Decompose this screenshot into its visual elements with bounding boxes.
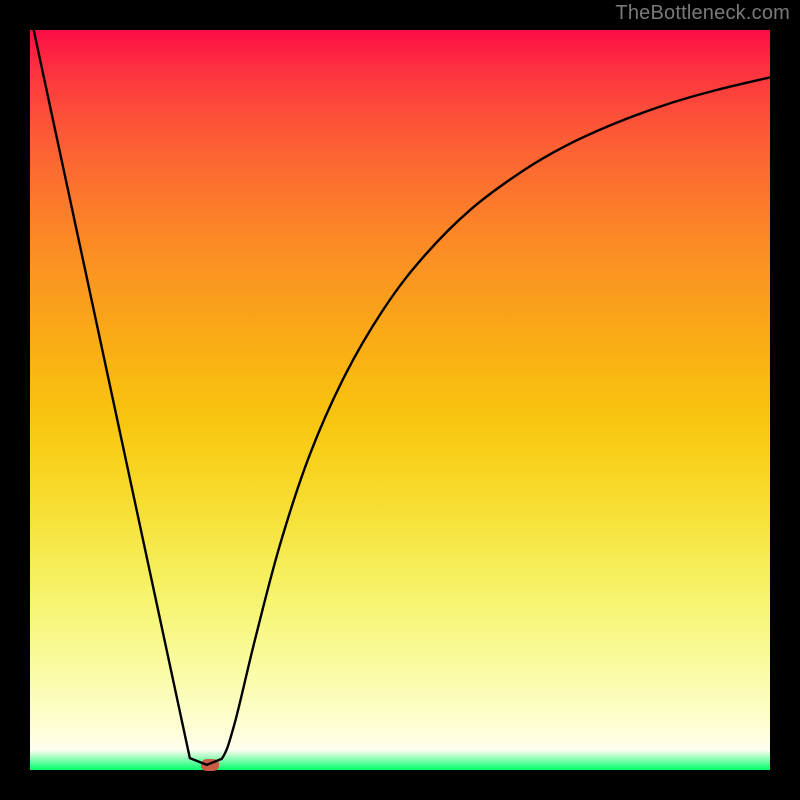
bottleneck-curve [34, 30, 770, 765]
app-frame: TheBottleneck.com [0, 0, 800, 800]
plot-area [30, 30, 770, 770]
watermark-text: TheBottleneck.com [615, 2, 790, 25]
curve-svg [30, 30, 770, 770]
